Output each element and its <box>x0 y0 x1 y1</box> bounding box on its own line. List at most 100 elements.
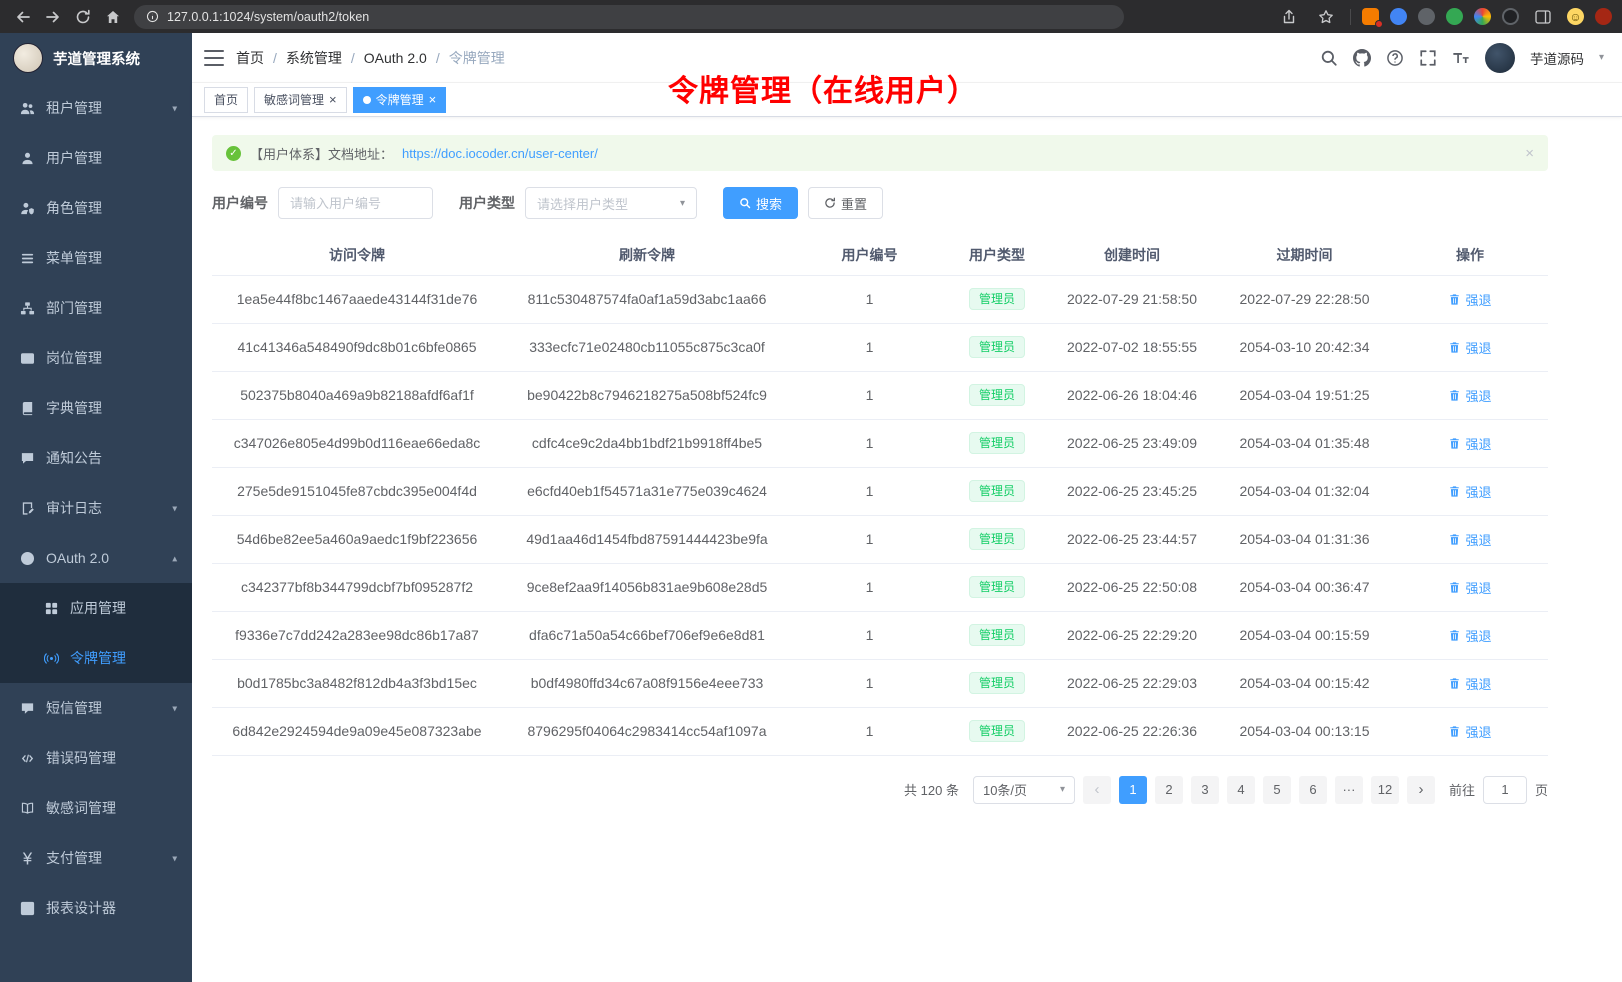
tab-close-icon[interactable]: × <box>429 93 437 106</box>
sidebar-item-pay[interactable]: 支付管理▾ <box>0 833 192 883</box>
sidebar-item-dict[interactable]: 字典管理 <box>0 383 192 433</box>
pager-page-3[interactable]: 3 <box>1191 776 1219 804</box>
goto-label: 前往 <box>1449 780 1475 799</box>
side-panel-icon[interactable] <box>1530 4 1556 30</box>
sidebar-item-role[interactable]: 角色管理 <box>0 183 192 233</box>
help-icon[interactable] <box>1386 49 1404 67</box>
page-size-select[interactable]: 10条/页 ▾ <box>973 776 1075 804</box>
sidebar-item-errcode[interactable]: 错误码管理 <box>0 733 192 783</box>
username[interactable]: 芋道源码 <box>1530 48 1584 68</box>
force-logout-button[interactable]: 强退 <box>1448 434 1491 453</box>
pager-page-1[interactable]: 1 <box>1119 776 1147 804</box>
user-id-input[interactable] <box>278 187 433 219</box>
column-header: 刷新令牌 <box>502 235 792 275</box>
force-logout-button[interactable]: 强退 <box>1448 530 1491 549</box>
breadcrumb-item[interactable]: OAuth 2.0 <box>364 50 427 66</box>
sidebar-item-post[interactable]: 岗位管理 <box>0 333 192 383</box>
doc-link[interactable]: https://doc.iocoder.cn/user-center/ <box>402 146 598 161</box>
extension-icon-blue[interactable] <box>1390 8 1407 25</box>
user-type-cell: 管理员 <box>947 659 1047 707</box>
hamburger-icon[interactable] <box>204 50 224 66</box>
extension-icon-orange[interactable] <box>1362 8 1379 25</box>
force-logout-button[interactable]: 强退 <box>1448 482 1491 501</box>
font-size-icon[interactable] <box>1452 49 1470 67</box>
share-icon[interactable] <box>1276 4 1302 30</box>
sidebar-item-label: 审计日志 <box>46 498 172 518</box>
sidebar-item-app[interactable]: 应用管理 <box>0 583 192 633</box>
reset-button[interactable]: 重置 <box>808 187 883 219</box>
user-type-badge: 管理员 <box>969 288 1025 310</box>
sidebar-item-report[interactable]: 报表设计器 <box>0 883 192 933</box>
extension-icon-black[interactable] <box>1502 8 1519 25</box>
force-logout-button[interactable]: 强退 <box>1448 578 1491 597</box>
refresh-token-cell: 49d1aa46d1454fbd87591444423be9fa <box>502 515 792 563</box>
extension-icon-colorful[interactable] <box>1474 8 1491 25</box>
user-type-badge: 管理员 <box>969 720 1025 742</box>
sidebar-item-oauth[interactable]: OAuth 2.0▴ <box>0 533 192 583</box>
extension-icon-dark[interactable] <box>1418 8 1435 25</box>
fullscreen-icon[interactable] <box>1419 49 1437 67</box>
tab-令牌管理[interactable]: 令牌管理× <box>353 87 447 113</box>
sidebar-item-user[interactable]: 用户管理 <box>0 133 192 183</box>
tab-敏感词管理[interactable]: 敏感词管理× <box>254 87 347 113</box>
forward-icon[interactable] <box>40 4 66 30</box>
reload-icon[interactable] <box>70 4 96 30</box>
top-navbar: 首页/系统管理/OAuth 2.0/令牌管理 <box>192 33 1622 83</box>
force-logout-button[interactable]: 强退 <box>1448 290 1491 309</box>
sidebar-item-sms[interactable]: 短信管理▾ <box>0 683 192 733</box>
sidebar-item-dept[interactable]: 部门管理 <box>0 283 192 333</box>
doc-alert: ✓ 【用户体系】文档地址： https://doc.iocoder.cn/use… <box>212 135 1548 171</box>
pager-page-12[interactable]: 12 <box>1371 776 1399 804</box>
home-icon[interactable] <box>100 4 126 30</box>
emoji-extension-icon[interactable]: ☺ <box>1567 8 1584 25</box>
force-logout-button[interactable]: 强退 <box>1448 674 1491 693</box>
extension-icon-green[interactable] <box>1446 8 1463 25</box>
next-page-button[interactable]: › <box>1407 776 1435 804</box>
chevron-down-icon: ▾ <box>173 102 178 114</box>
bookmark-star-icon[interactable] <box>1313 4 1339 30</box>
back-icon[interactable] <box>10 4 36 30</box>
action-cell: 强退 <box>1392 515 1548 563</box>
force-logout-button[interactable]: 强退 <box>1448 626 1491 645</box>
breadcrumb-item[interactable]: 系统管理 <box>286 48 342 68</box>
sidebar-item-notice[interactable]: 通知公告 <box>0 433 192 483</box>
goto-page-input[interactable] <box>1483 776 1527 804</box>
action-cell: 强退 <box>1392 275 1548 323</box>
address-bar[interactable]: 127.0.0.1:1024/system/oauth2/token <box>134 5 1124 29</box>
breadcrumb-item[interactable]: 首页 <box>236 48 264 68</box>
pager-page-4[interactable]: 4 <box>1227 776 1255 804</box>
user-dropdown-caret-icon[interactable]: ▾ <box>1599 52 1604 63</box>
user-id-cell: 1 <box>792 707 947 755</box>
prev-page-button[interactable]: ‹ <box>1083 776 1111 804</box>
sidebar-item-token[interactable]: 令牌管理 <box>0 633 192 683</box>
force-logout-button[interactable]: 强退 <box>1448 338 1491 357</box>
sidebar-item-tenant[interactable]: 租户管理▾ <box>0 83 192 133</box>
column-header: 过期时间 <box>1217 235 1392 275</box>
sidebar-menu: 租户管理▾用户管理角色管理菜单管理部门管理岗位管理字典管理通知公告审计日志▾OA… <box>0 83 192 982</box>
github-icon[interactable] <box>1353 49 1371 67</box>
force-logout-button[interactable]: 强退 <box>1448 386 1491 405</box>
force-logout-label: 强退 <box>1465 338 1491 357</box>
sidebar-item-audit[interactable]: 审计日志▾ <box>0 483 192 533</box>
user-type-badge: 管理员 <box>969 480 1025 502</box>
search-button[interactable]: 搜索 <box>723 187 798 219</box>
sidebar-item-sensitive[interactable]: 敏感词管理 <box>0 783 192 833</box>
refresh-token-cell: 811c530487574fa0af1a59d3abc1aa66 <box>502 275 792 323</box>
dict-icon <box>20 401 35 416</box>
browser-profile-avatar[interactable] <box>1595 8 1612 25</box>
pager-page-5[interactable]: 5 <box>1263 776 1291 804</box>
pager-page-2[interactable]: 2 <box>1155 776 1183 804</box>
pager-ellipsis[interactable]: ··· <box>1335 776 1363 804</box>
user-type-select[interactable]: 请选择用户类型 ▾ <box>525 187 697 219</box>
sidebar-item-menu[interactable]: 菜单管理 <box>0 233 192 283</box>
create-time-cell: 2022-06-26 18:04:46 <box>1047 371 1217 419</box>
user-avatar[interactable] <box>1485 43 1515 73</box>
tab-首页[interactable]: 首页 <box>204 87 248 113</box>
create-time-cell: 2022-06-25 22:50:08 <box>1047 563 1217 611</box>
force-logout-button[interactable]: 强退 <box>1448 722 1491 741</box>
tab-close-icon[interactable]: × <box>329 93 337 106</box>
pager-page-6[interactable]: 6 <box>1299 776 1327 804</box>
alert-close-icon[interactable]: × <box>1525 145 1534 162</box>
site-info-icon[interactable] <box>146 10 159 23</box>
search-icon[interactable] <box>1320 49 1338 67</box>
